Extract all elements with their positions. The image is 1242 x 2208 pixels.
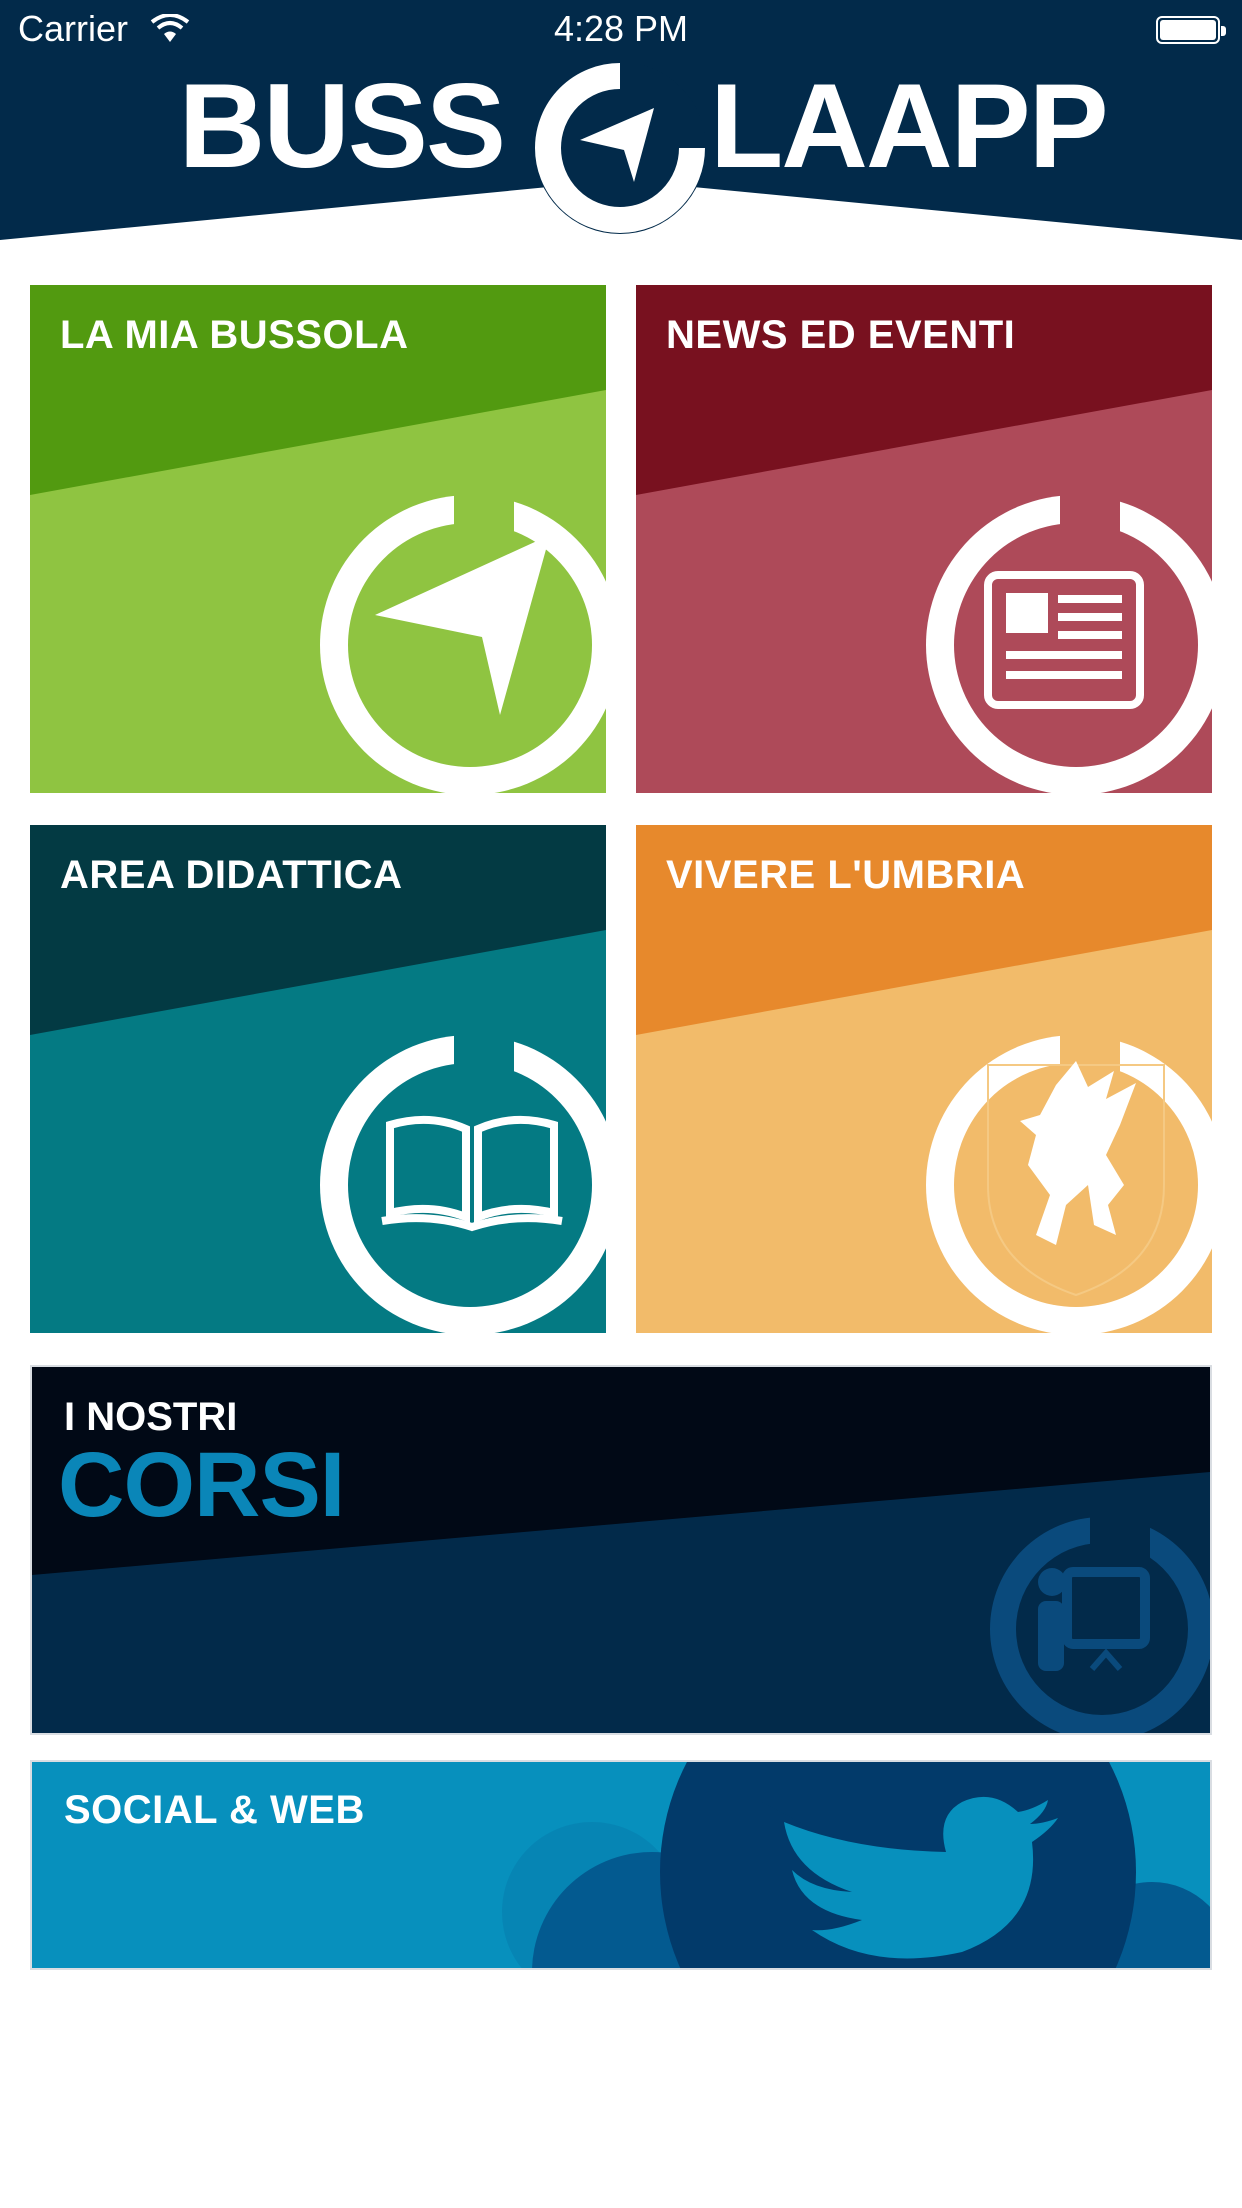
tile-area-didattica[interactable]: AREA DIDATTICA <box>30 825 606 1333</box>
app-header: Carrier 4:28 PM BUSS LAAPP <box>0 0 1242 240</box>
status-bar: Carrier 4:28 PM <box>0 0 1242 60</box>
tile-label: AREA DIDATTICA <box>60 853 403 897</box>
logo-text-left: BUSS <box>178 59 506 193</box>
app-logo: BUSS LAAPP <box>0 58 1242 238</box>
tile-la-mia-bussola[interactable]: LA MIA BUSSOLA <box>30 285 606 793</box>
logo-text-right: LAAPP <box>710 59 1109 193</box>
tile-label: LA MIA BUSSOLA <box>60 313 409 357</box>
tile-label: SOCIAL & WEB <box>64 1788 365 1832</box>
tile-news-ed-eventi[interactable]: NEWS ED EVENTI <box>636 285 1212 793</box>
twitter-bird-icon <box>660 1762 1136 1968</box>
compass-logo-icon <box>530 58 710 243</box>
clock: 4:28 PM <box>553 8 689 49</box>
tile-i-nostri-corsi[interactable]: I NOSTRI CORSI <box>30 1365 1212 1735</box>
tile-social-web[interactable]: SOCIAL & WEB <box>30 1760 1212 1970</box>
tile-label: NEWS ED EVENTI <box>666 313 1016 357</box>
corsi-title: CORSI <box>58 1434 345 1536</box>
tile-vivere-lumbria[interactable]: VIVERE L'UMBRIA <box>636 825 1212 1333</box>
tile-label: VIVERE L'UMBRIA <box>666 853 1026 897</box>
battery-icon <box>1156 16 1226 44</box>
